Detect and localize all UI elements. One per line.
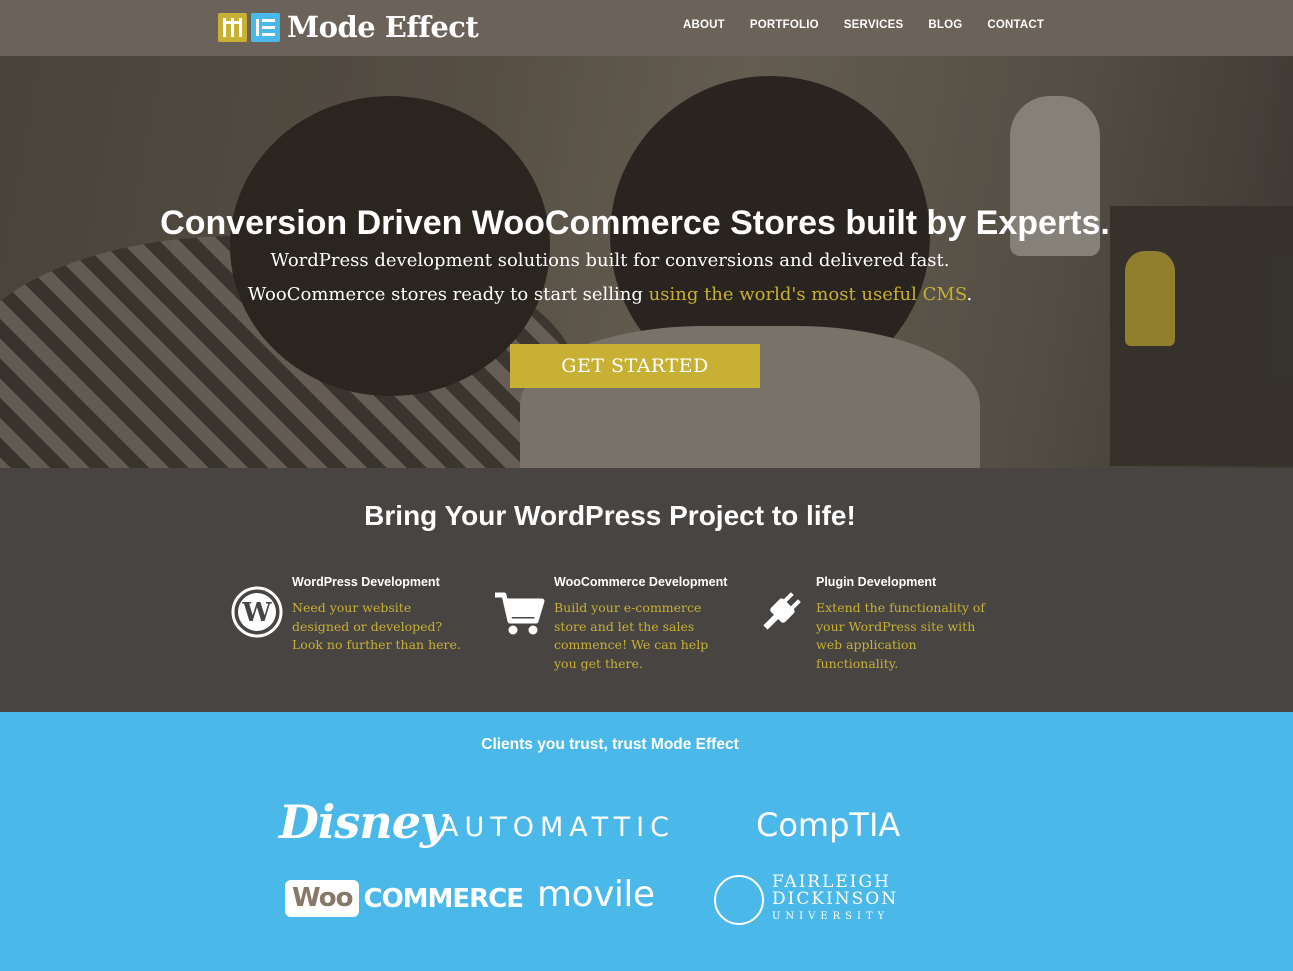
disney-logo: Disney (279, 795, 447, 849)
fdu-seal-icon (714, 874, 764, 925)
fdu-logo: FAIRLEIGH DICKINSON UNIVERSITY (714, 874, 898, 925)
plug-icon (763, 592, 801, 630)
nav-services[interactable]: SERVICES (844, 19, 904, 31)
service-title: Plugin Development (816, 575, 937, 589)
nav-portfolio[interactable]: PORTFOLIO (750, 19, 819, 31)
hero-title: Conversion Driven WooCommerce Stores bui… (160, 204, 1110, 242)
automattic-logo: AUTOMATTIC (440, 812, 675, 843)
hero-subtitle-2: WooCommerce stores ready to start sellin… (0, 284, 1220, 305)
services-title: Bring Your WordPress Project to life! (364, 500, 856, 531)
svg-text:W: W (241, 598, 272, 628)
logo-mark-e-icon (251, 12, 280, 42)
service-title: WordPress Development (292, 575, 440, 589)
fdu-wordmark: FAIRLEIGH DICKINSON UNIVERSITY (772, 874, 898, 925)
site-header: Mode Effect ABOUT PORTFOLIO SERVICES BLO… (0, 0, 1293, 56)
nav-blog[interactable]: BLOG (928, 19, 962, 31)
woo-wordmark: COMMERCE (363, 883, 524, 914)
hero-subtitle-1: WordPress development solutions built fo… (270, 250, 950, 271)
services-section: Bring Your WordPress Project to life! W … (0, 468, 1293, 712)
cms-link[interactable]: using the world's most useful CMS (649, 284, 967, 305)
service-text: Build your e-commerce store and let the … (554, 600, 709, 671)
site-logo[interactable]: Mode Effect (218, 10, 479, 44)
hero-section: Conversion Driven WooCommerce Stores bui… (0, 56, 1293, 468)
fdu-line-2: DICKINSON (772, 889, 899, 909)
clients-title: Clients you trust, trust Mode Effect (481, 736, 739, 753)
hero-subtitle-2-prefix: WooCommerce stores ready to start sellin… (247, 284, 649, 305)
cart-icon (495, 592, 545, 635)
hero-subtitle-2-suffix: . (966, 284, 973, 305)
comptia-logo: CompTIA (756, 806, 901, 844)
movile-logo: movile (537, 874, 655, 915)
fdu-line-3: UNIVERSITY (772, 911, 890, 922)
service-text: Extend the functionality of your WordPre… (816, 600, 986, 671)
wordpress-icon: W (231, 586, 283, 638)
main-nav: ABOUT PORTFOLIO SERVICES BLOG CONTACT (683, 19, 1069, 31)
service-text: Need your website designed or developed?… (292, 600, 461, 652)
nav-about[interactable]: ABOUT (683, 19, 725, 31)
woocommerce-logo: Woo COMMERCE (285, 880, 524, 917)
get-started-button[interactable]: GET STARTED (510, 344, 760, 388)
service-title: WooCommerce Development (554, 575, 728, 589)
brand-name: Mode Effect (287, 10, 479, 44)
woo-badge: Woo (285, 880, 360, 917)
logo-mark-m-icon (218, 12, 247, 42)
nav-contact[interactable]: CONTACT (987, 19, 1044, 31)
